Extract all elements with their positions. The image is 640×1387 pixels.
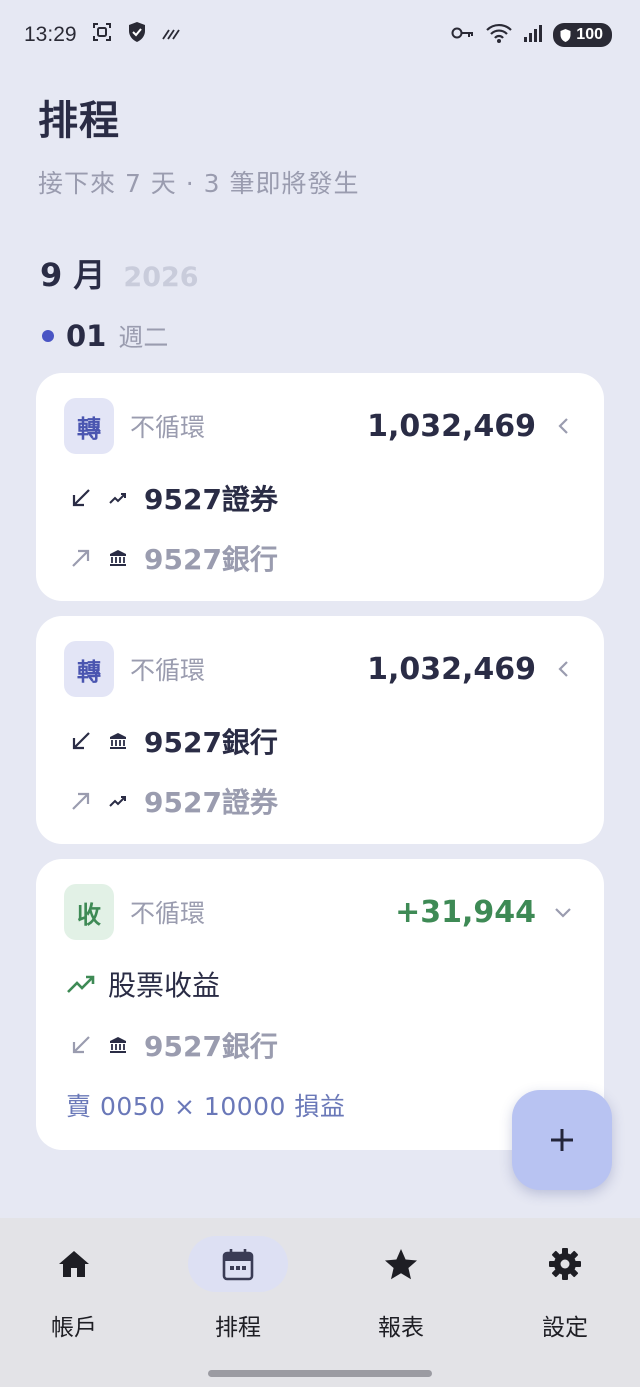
page-header: 排程 接下來 7 天 · 3 筆即將發生 bbox=[38, 88, 360, 200]
to-account-row: 9527證券 bbox=[66, 781, 278, 821]
battery-shield-icon bbox=[560, 28, 571, 42]
amount: +31,944 bbox=[395, 894, 536, 930]
month-heading: 9 月 2026 bbox=[40, 250, 199, 296]
from-account-name: 9527銀行 bbox=[144, 726, 278, 759]
trending-up-icon bbox=[104, 787, 132, 815]
day-weekday: 週二 bbox=[118, 323, 169, 352]
nav-label: 報表 bbox=[378, 1315, 424, 1341]
trending-up-icon bbox=[104, 484, 132, 512]
month-label: 9 月 bbox=[40, 256, 106, 294]
screenshot-icon bbox=[91, 21, 113, 49]
nav-active-indicator bbox=[188, 1236, 288, 1292]
plus-icon bbox=[551, 1129, 573, 1151]
add-schedule-button[interactable] bbox=[512, 1090, 612, 1190]
home-icon bbox=[59, 1251, 89, 1277]
nav-item-settings[interactable]: 設定 bbox=[505, 1236, 625, 1342]
page-title: 排程 bbox=[38, 98, 120, 144]
year-label: 2026 bbox=[123, 262, 199, 293]
to-account-row: 9527銀行 bbox=[66, 538, 278, 578]
chevron-left-icon[interactable] bbox=[552, 415, 574, 437]
nav-label: 帳戶 bbox=[51, 1315, 97, 1341]
day-dot bbox=[42, 330, 54, 342]
bank-icon bbox=[104, 727, 132, 755]
to-account-name: 9527銀行 bbox=[144, 543, 278, 576]
arrow-down-left-icon bbox=[66, 726, 96, 756]
star-icon bbox=[385, 1249, 417, 1280]
recurrence-label: 不循環 bbox=[130, 656, 206, 685]
signal-off-icon bbox=[161, 23, 181, 47]
arrow-up-right-icon bbox=[66, 786, 96, 816]
status-time: 13:29 bbox=[24, 23, 77, 46]
arrow-down-left-icon bbox=[66, 1030, 96, 1060]
to-account-name: 9527證券 bbox=[144, 786, 278, 819]
from-account-row: 9527銀行 bbox=[66, 721, 278, 761]
from-account-name: 9527證券 bbox=[144, 483, 278, 516]
to-account-name: 9527銀行 bbox=[144, 1030, 278, 1063]
transfer-badge: 轉 bbox=[64, 398, 114, 454]
battery-level: 100 bbox=[576, 26, 603, 43]
transaction-note: 賣 0050 × 10000 損益 bbox=[66, 1092, 346, 1121]
category-name: 股票收益 bbox=[108, 969, 221, 1002]
nav-item-accounts[interactable]: 帳戶 bbox=[14, 1236, 134, 1342]
to-account-row: 9527銀行 bbox=[66, 1025, 278, 1065]
recurrence-label: 不循環 bbox=[130, 899, 206, 928]
home-indicator[interactable] bbox=[208, 1370, 432, 1377]
nav-label: 排程 bbox=[215, 1315, 261, 1341]
gear-icon bbox=[549, 1248, 581, 1280]
arrow-up-right-icon bbox=[66, 543, 96, 573]
page-subtitle: 接下來 7 天 · 3 筆即將發生 bbox=[38, 169, 360, 198]
recurrence-label: 不循環 bbox=[130, 413, 206, 442]
bottom-nav: 帳戶 排程 報表 設定 bbox=[0, 1218, 640, 1387]
bank-icon bbox=[104, 544, 132, 572]
transfer-badge: 轉 bbox=[64, 641, 114, 697]
status-bar: 13:29 100 bbox=[0, 0, 640, 70]
arrow-down-left-icon bbox=[66, 483, 96, 513]
chevron-down-icon[interactable] bbox=[552, 901, 574, 923]
trending-up-icon bbox=[66, 969, 96, 999]
battery-indicator: 100 bbox=[553, 23, 612, 47]
vpn-key-icon bbox=[451, 26, 475, 45]
schedule-card[interactable]: 轉 不循環 1,032,469 9527證券 9527銀行 bbox=[36, 373, 604, 601]
bank-icon bbox=[104, 1031, 132, 1059]
income-badge: 收 bbox=[64, 884, 114, 940]
wifi-icon bbox=[485, 22, 513, 49]
shield-icon bbox=[127, 21, 147, 49]
nav-item-reports[interactable]: 報表 bbox=[341, 1236, 461, 1342]
amount: 1,032,469 bbox=[367, 408, 536, 444]
schedule-card[interactable]: 轉 不循環 1,032,469 9527銀行 9527證券 bbox=[36, 616, 604, 844]
chevron-left-icon[interactable] bbox=[552, 658, 574, 680]
cell-signal-icon bbox=[523, 23, 543, 48]
nav-label: 設定 bbox=[542, 1315, 588, 1341]
calendar-icon bbox=[222, 1249, 254, 1281]
category-row: 股票收益 bbox=[66, 964, 220, 1004]
nav-item-schedule[interactable]: 排程 bbox=[178, 1236, 298, 1342]
from-account-row: 9527證券 bbox=[66, 478, 278, 518]
day-heading: 01 週二 bbox=[42, 318, 168, 354]
amount: 1,032,469 bbox=[367, 651, 536, 687]
day-date: 01 bbox=[66, 319, 107, 353]
